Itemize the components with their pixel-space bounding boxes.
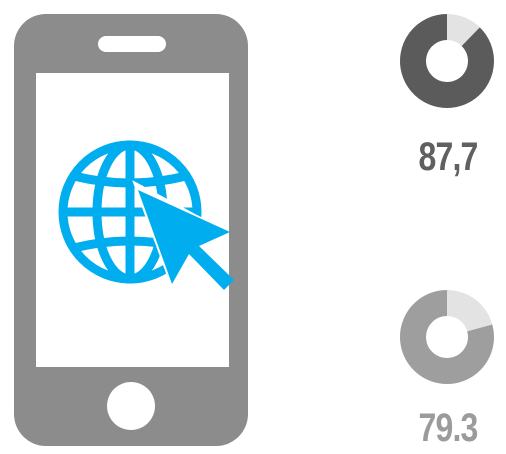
- donut-chart-2: [400, 290, 494, 384]
- donut-2-value-label: 79.3: [418, 406, 478, 450]
- donut-1-value-arc: [400, 14, 494, 108]
- donut-chart-1: [400, 14, 494, 108]
- home-button-icon: [107, 382, 155, 430]
- donut-1-value-label: 87,7: [418, 135, 478, 179]
- speaker-slot-icon: [98, 36, 166, 52]
